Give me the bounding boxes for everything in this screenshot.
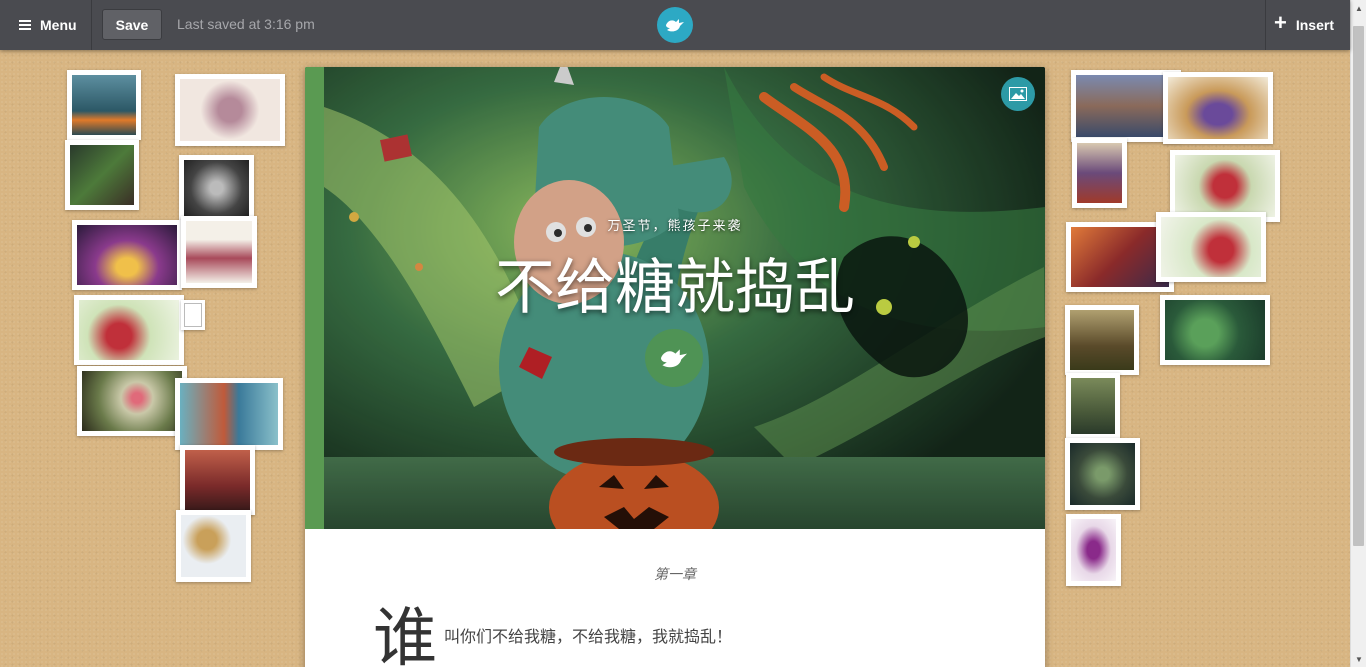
thumbnail-pumpkin-boy[interactable]: [67, 70, 141, 140]
image-icon: [1009, 87, 1027, 101]
drop-cap[interactable]: 谁: [373, 607, 437, 667]
thumbnail-red-hair-girl[interactable]: [175, 378, 283, 450]
scroll-up-arrow-icon[interactable]: ▲: [1351, 0, 1366, 16]
thumbnail-aardvark-flowers[interactable]: [175, 74, 285, 146]
thumbnail-green-monster[interactable]: [65, 140, 139, 210]
thumbnail-boy-reading[interactable]: [1072, 138, 1127, 208]
story-subtitle[interactable]: 万圣节，熊孩子来袭: [305, 215, 1045, 234]
thumbnail-sketch-figure[interactable]: [179, 155, 254, 221]
thumbnail-santa-bird[interactable]: [1156, 212, 1266, 282]
thumbnail-purple-creature[interactable]: [72, 220, 182, 290]
hamburger-icon: [19, 18, 31, 32]
thumbnail-broken-image[interactable]: [181, 300, 205, 330]
thumbnail-girl-face-flower[interactable]: [77, 366, 187, 436]
thumbnail-forest-girl[interactable]: [1066, 373, 1120, 439]
top-toolbar: Menu Save Last saved at 3:16 pm + Insert: [0, 0, 1350, 50]
chapter-heading[interactable]: 第一章: [305, 564, 1045, 584]
vertical-scrollbar[interactable]: ▲ ▼: [1350, 0, 1366, 667]
thumbnail-anteater-balls[interactable]: [1163, 72, 1273, 144]
scrollbar-thumb[interactable]: [1353, 26, 1364, 546]
thumbnail-green-kid-pumpkin[interactable]: [1160, 295, 1270, 365]
thumbnail-dinosaur-chase[interactable]: [176, 510, 251, 582]
change-image-button[interactable]: [1001, 77, 1035, 111]
menu-button[interactable]: Menu: [0, 0, 92, 50]
insert-button[interactable]: + Insert: [1265, 0, 1350, 50]
plus-icon: +: [1274, 10, 1287, 35]
scroll-down-arrow-icon[interactable]: ▼: [1351, 651, 1366, 667]
thumbnail-owl-monster[interactable]: [1065, 438, 1140, 510]
thumbnail-hatted-lady[interactable]: [181, 216, 257, 288]
paragraph-text[interactable]: 叫你们不给我糖，不给我糖，我就捣乱！: [444, 623, 732, 647]
bird-icon[interactable]: [657, 7, 693, 43]
thumbnail-cardinal-bird[interactable]: [74, 295, 184, 365]
story-title[interactable]: 不给糖就捣乱: [305, 239, 1045, 326]
menu-label: Menu: [40, 17, 77, 33]
save-button[interactable]: Save: [102, 9, 162, 40]
thumbnail-red-scene[interactable]: [180, 445, 255, 515]
insert-label: Insert: [1295, 17, 1334, 33]
cover-image[interactable]: 万圣节，熊孩子来袭 不给糖就捣乱: [305, 67, 1045, 529]
bird-icon: [645, 329, 703, 387]
thumbnail-purple-wizard[interactable]: [1066, 514, 1121, 586]
last-saved-status: Last saved at 3:16 pm: [177, 16, 315, 32]
story-card: 万圣节，熊孩子来袭 不给糖就捣乱 第一章 谁 叫你们不给我糖，不给我糖，我就捣乱…: [305, 67, 1045, 667]
thumbnail-tree-trunk[interactable]: [1065, 305, 1139, 375]
